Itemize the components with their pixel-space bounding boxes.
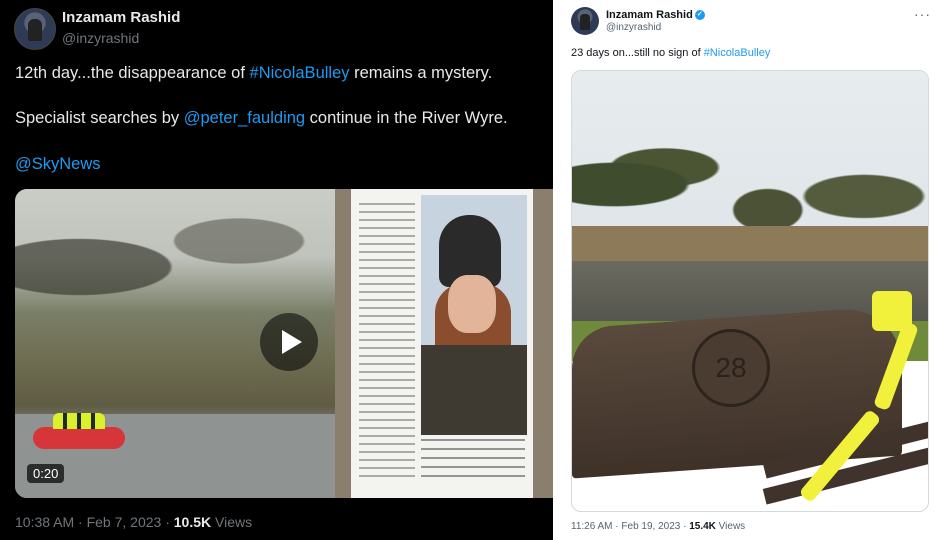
video-player[interactable]: 0:20 [15, 189, 553, 498]
missing-poster-image [335, 189, 553, 498]
text-segment: remains a mystery. [349, 64, 493, 82]
poster-sheet [351, 189, 533, 498]
dark-tweet: Inzamam Rashid @inzyrashid 12th day...th… [0, 0, 553, 540]
bench-photo[interactable]: 28 [571, 70, 929, 512]
text-segment: Specialist searches by [15, 109, 184, 127]
views-count: 15.4K [689, 521, 716, 532]
river-bank [572, 226, 928, 266]
mention-link[interactable]: @SkyNews [15, 155, 101, 173]
timestamp[interactable]: 11:26 AM · Feb 19, 2023 · [571, 521, 689, 532]
coat [421, 345, 527, 435]
search-boat [33, 413, 125, 449]
author-handle[interactable]: @inzyrashid [62, 30, 139, 46]
poster-text [359, 203, 415, 483]
light-tweet: Inzamam Rashid ✓ @inzyrashid ··· 23 days … [558, 0, 935, 540]
hashtag-link[interactable]: #NicolaBulley [704, 47, 771, 59]
text-segment: continue in the River Wyre. [305, 109, 508, 127]
hashtag-link[interactable]: #NicolaBulley [250, 64, 350, 82]
video-duration: 0:20 [27, 464, 65, 483]
text-segment: 23 days on...still no sign of [571, 47, 704, 59]
bench: 28 [572, 291, 928, 511]
author-handle[interactable]: @inzyrashid [606, 22, 661, 33]
yellow-ribbon [792, 291, 928, 511]
views-count: 10.5K [173, 514, 212, 530]
tweet-text-line-2: Specialist searches by @peter_faulding c… [15, 109, 508, 128]
text-segment: 12th day...the disappearance of [15, 64, 250, 82]
author-name[interactable]: Inzamam Rashid [606, 9, 693, 21]
trees [15, 189, 335, 319]
verified-badge-icon: ✓ [694, 10, 705, 21]
bench-plaque: 28 [692, 329, 770, 407]
ribbon-tail [798, 408, 882, 504]
tweet-text-line-3: @SkyNews [15, 155, 101, 174]
author-name[interactable]: Inzamam Rashid [62, 9, 180, 26]
face [448, 275, 496, 333]
ribbon-tail [873, 320, 919, 412]
mention-link[interactable]: @peter_faulding [184, 109, 305, 127]
views-label: Views [715, 521, 746, 532]
views-label: Views [211, 514, 253, 530]
author-name-row: Inzamam Rashid ✓ [606, 9, 705, 21]
tweet-text: 23 days on...still no sign of #NicolaBul… [571, 47, 770, 59]
author-avatar[interactable] [571, 7, 599, 35]
timestamp[interactable]: 10:38 AM · Feb 7, 2023 · [15, 514, 174, 530]
play-icon[interactable] [260, 313, 318, 371]
poster-caption [421, 439, 525, 483]
tweet-meta: 10:38 AM · Feb 7, 2023 · 10.5K Views [15, 514, 252, 530]
author-avatar[interactable] [14, 8, 56, 50]
more-options-icon[interactable]: ··· [914, 6, 931, 22]
poster-photo [421, 195, 527, 435]
tweet-meta: 11:26 AM · Feb 19, 2023 · 15.4K Views [571, 521, 745, 532]
tweet-text-line-1: 12th day...the disappearance of #NicolaB… [15, 64, 492, 83]
